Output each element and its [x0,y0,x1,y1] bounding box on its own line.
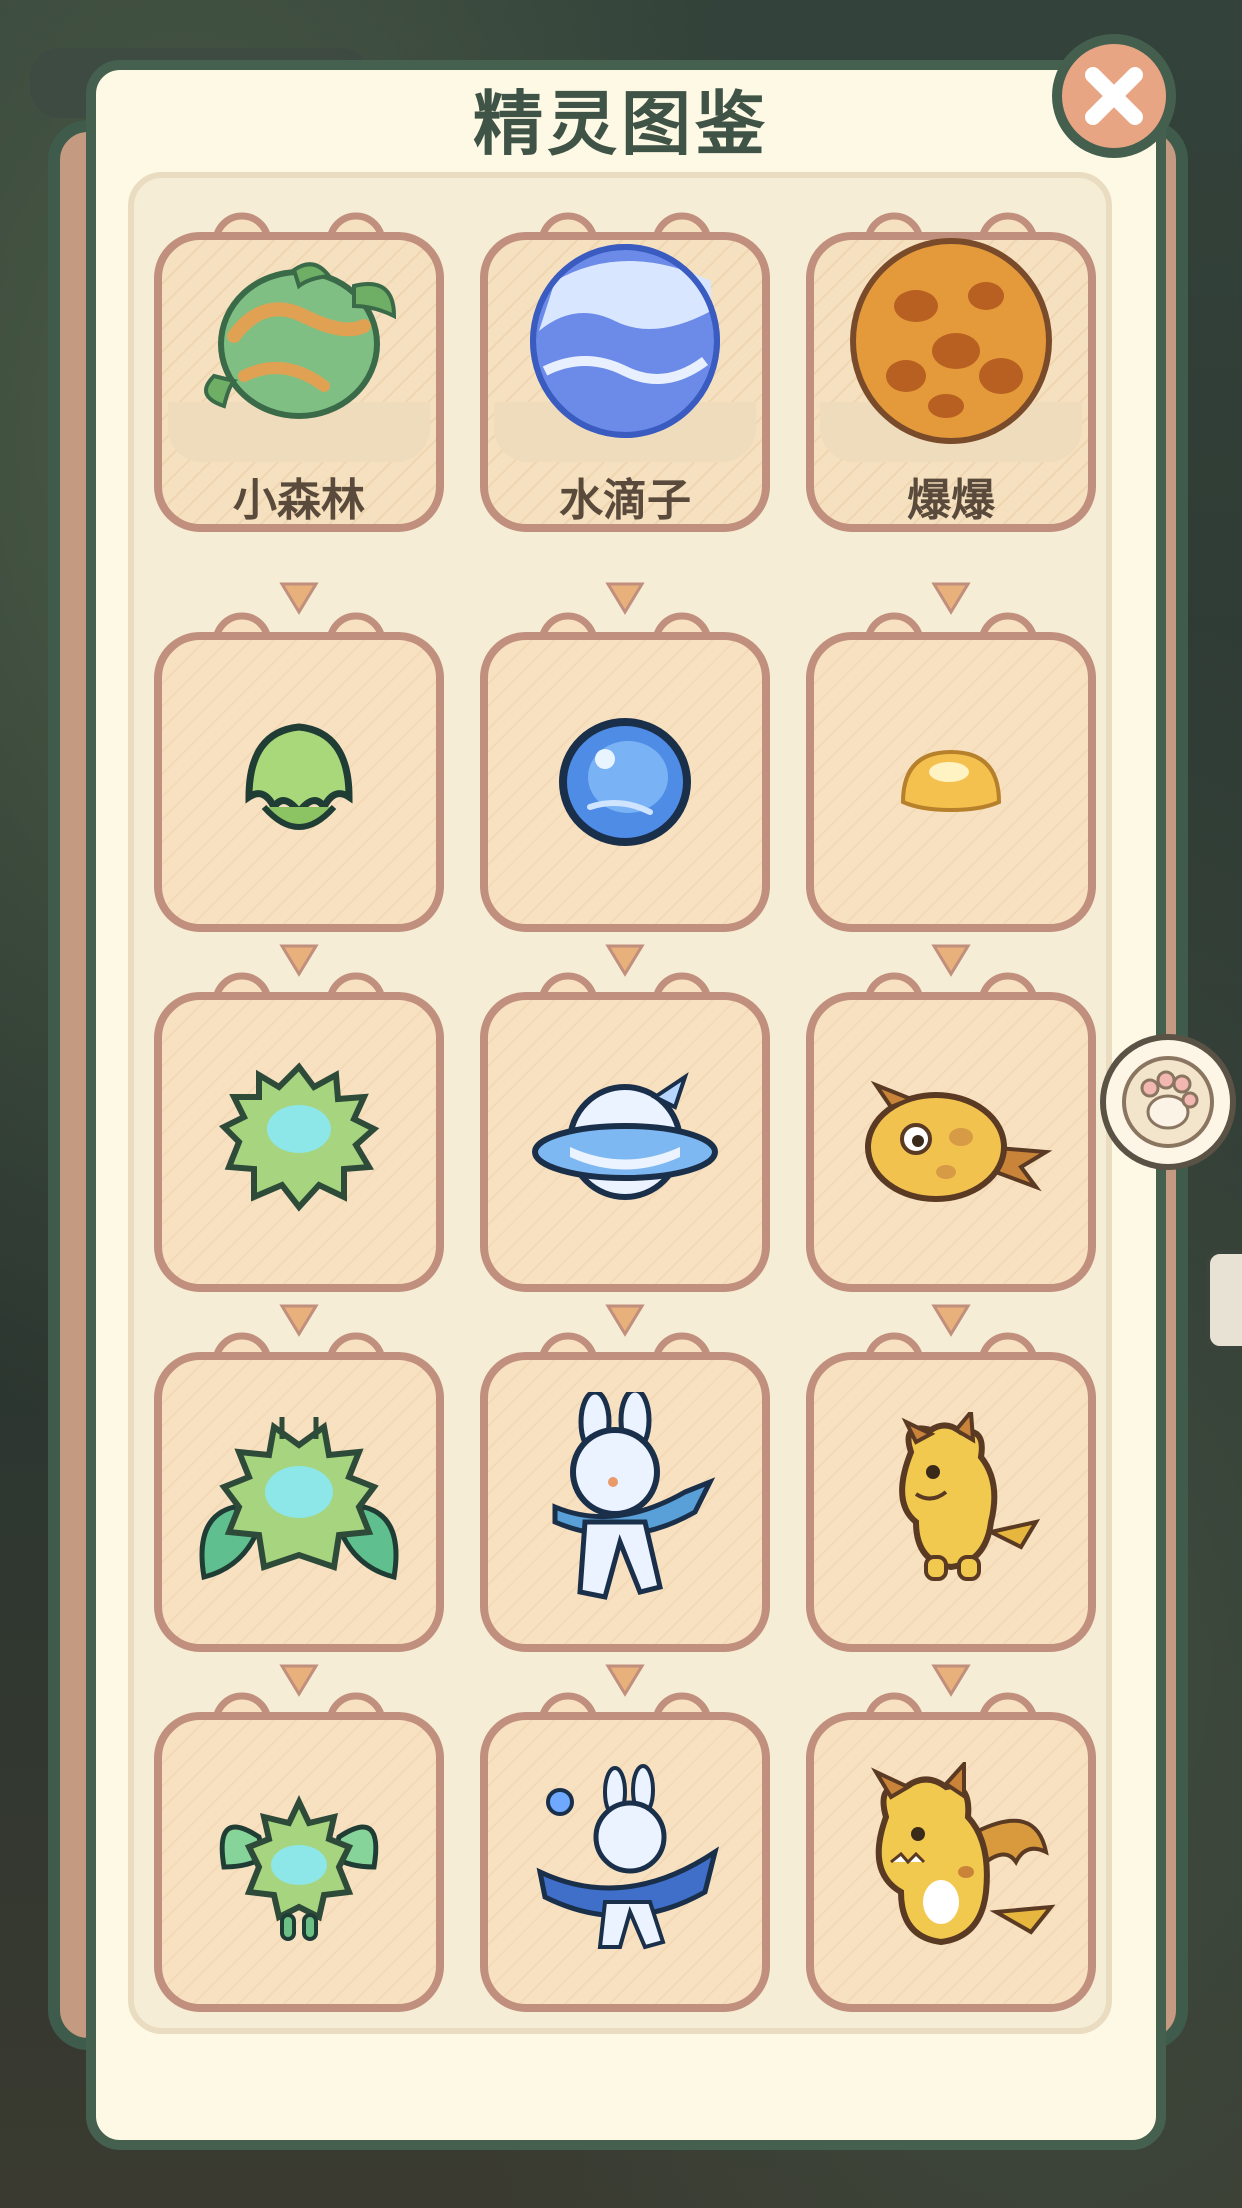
leaf-winged-sprite-icon [154,1382,444,1622]
stage-card-forest-3[interactable] [154,1322,444,1667]
close-icon [1085,67,1143,125]
forest-egg-icon [154,236,444,446]
water-drop-icon [480,662,770,902]
egg-label-forest: 小森林 [233,475,365,526]
egg-label-fire: 爆爆 [907,475,995,526]
paw-icon [1122,1056,1214,1148]
egg-card-fire[interactable]: 爆爆 [806,202,1096,547]
water-egg-icon [480,236,770,446]
water-bunny-final-icon [480,1742,770,1982]
stage-card-water-2[interactable] [480,962,770,1307]
fire-egg-icon [806,236,1096,446]
stage-card-forest-4[interactable] [154,1682,444,2027]
stage-card-fire-3[interactable] [806,1322,1096,1667]
stage-card-water-1[interactable] [480,602,770,947]
egg-label-water: 水滴子 [559,475,691,526]
side-tab-handle[interactable] [1206,1250,1242,1350]
water-bunny-sprite-icon [480,1382,770,1622]
stage-card-fire-2[interactable] [806,962,1096,1307]
fire-dino-sprite-icon [806,1382,1096,1622]
stage-card-water-3[interactable] [480,1322,770,1667]
stage-card-forest-1[interactable] [154,602,444,947]
fire-dragon-sprite-icon [806,1742,1096,1982]
water-ring-sprite-icon [480,1022,770,1262]
egg-card-forest[interactable]: 小森林 [154,202,444,547]
close-button[interactable] [1052,34,1176,158]
stage-card-fire-4[interactable] [806,1682,1096,2027]
fuzzy-green-sprite-icon [154,1022,444,1262]
egg-card-water[interactable]: 水滴子 [480,202,770,547]
stage-card-fire-1[interactable] [806,602,1096,947]
forest-fairy-sprite-icon [154,1742,444,1982]
fire-tadpole-sprite-icon [806,1022,1096,1262]
leaf-sprout-icon [154,662,444,902]
stage-card-forest-2[interactable] [154,962,444,1307]
codex-grid: 小森林 水滴子 爆爆 [128,172,1112,2034]
stage-card-water-4[interactable] [480,1682,770,2027]
paw-button[interactable] [1100,1034,1236,1170]
fire-blob-icon [806,662,1096,902]
